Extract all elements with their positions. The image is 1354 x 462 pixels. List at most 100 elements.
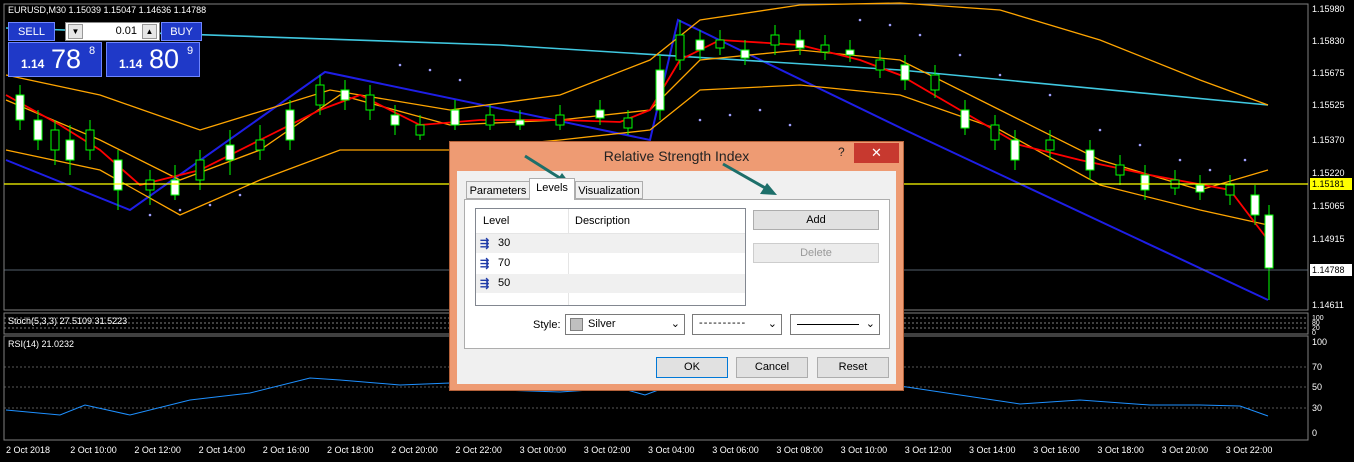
candle-body bbox=[845, 49, 855, 56]
tab-levels[interactable]: Levels bbox=[529, 178, 575, 200]
table-row[interactable]: ⇶ 30 bbox=[476, 234, 745, 253]
level-icon: ⇶ bbox=[480, 238, 490, 250]
level-icon: ⇶ bbox=[480, 258, 490, 270]
candle-body bbox=[315, 84, 325, 106]
sell-price-small: 1.14 bbox=[21, 57, 45, 71]
candle-body bbox=[1085, 149, 1095, 171]
parabolic-sar-dot bbox=[458, 78, 462, 82]
help-icon[interactable]: ? bbox=[838, 145, 845, 159]
parabolic-sar-dot bbox=[788, 123, 792, 127]
candle-body bbox=[170, 179, 180, 196]
level-line-width-select[interactable]: ⌄ bbox=[790, 314, 880, 335]
ok-button[interactable]: OK bbox=[656, 357, 728, 378]
rsi-axis-tick: 100 bbox=[1312, 337, 1327, 347]
price-axis-tick: 1.15525 bbox=[1312, 100, 1345, 110]
buy-price-big: 80 bbox=[149, 44, 180, 74]
dialog-body: Parameters Levels Visualization Level De… bbox=[457, 171, 896, 384]
time-axis-tick: 3 Oct 22:00 bbox=[1226, 445, 1273, 455]
lot-size-field[interactable]: ▼ 0.01 ▲ bbox=[65, 22, 160, 41]
level-value: 50 bbox=[498, 277, 511, 289]
time-axis-tick: 3 Oct 16:00 bbox=[1033, 445, 1080, 455]
price-axis-tick: 1.15065 bbox=[1312, 201, 1345, 211]
parabolic-sar-dot bbox=[958, 53, 962, 57]
column-description[interactable]: Description bbox=[575, 215, 630, 227]
time-axis-tick: 2 Oct 12:00 bbox=[134, 445, 181, 455]
add-button[interactable]: Add bbox=[753, 210, 879, 230]
time-axis-tick: 3 Oct 12:00 bbox=[905, 445, 952, 455]
parabolic-sar-dot bbox=[208, 203, 212, 207]
level-value: 30 bbox=[498, 237, 511, 249]
candle-body bbox=[1045, 139, 1055, 151]
lot-decrease-icon[interactable]: ▼ bbox=[68, 24, 83, 39]
candle-body bbox=[1225, 184, 1235, 196]
candle-body bbox=[715, 39, 725, 49]
buy-price-button[interactable]: 1.14 80 9 bbox=[106, 42, 200, 77]
parabolic-sar-dot bbox=[148, 213, 152, 217]
buy-button[interactable]: BUY bbox=[161, 22, 202, 41]
hline-price-label: 1.15181 bbox=[1312, 179, 1345, 189]
sell-price-button[interactable]: 1.14 78 8 bbox=[8, 42, 102, 77]
time-axis-tick: 3 Oct 00:00 bbox=[520, 445, 567, 455]
column-level[interactable]: Level bbox=[483, 215, 509, 227]
time-axis-tick: 2 Oct 22:00 bbox=[455, 445, 502, 455]
parabolic-sar-dot bbox=[1098, 128, 1102, 132]
chart-header: EURUSD,M30 1.15039 1.15047 1.14636 1.147… bbox=[8, 5, 206, 15]
candle-body bbox=[515, 119, 525, 126]
candle-body bbox=[960, 109, 970, 129]
reset-button[interactable]: Reset bbox=[817, 357, 889, 378]
rsi-axis-tick: 50 bbox=[1312, 382, 1322, 392]
candle-body bbox=[623, 117, 633, 129]
candle-body bbox=[1115, 164, 1125, 176]
price-axis-tick: 1.15830 bbox=[1312, 36, 1345, 46]
buy-price-sup: 9 bbox=[187, 45, 194, 57]
candle-body bbox=[1264, 214, 1274, 269]
style-label: Style: bbox=[533, 319, 561, 331]
table-row[interactable]: ⇶ 50 bbox=[476, 274, 745, 293]
time-axis-tick: 3 Oct 20:00 bbox=[1162, 445, 1209, 455]
candle-body bbox=[1010, 139, 1020, 161]
lot-increase-icon[interactable]: ▲ bbox=[142, 24, 157, 39]
delete-button[interactable]: Delete bbox=[753, 243, 879, 263]
candle-body bbox=[740, 49, 750, 59]
price-axis-tick: 1.15220 bbox=[1312, 168, 1345, 178]
time-axis-tick: 3 Oct 10:00 bbox=[841, 445, 888, 455]
cancel-button[interactable]: Cancel bbox=[736, 357, 808, 378]
lot-size-value: 0.01 bbox=[115, 25, 137, 37]
table-row[interactable]: ⇶ 70 bbox=[476, 254, 745, 273]
parabolic-sar-dot bbox=[998, 73, 1002, 77]
time-axis-tick: 2 Oct 2018 bbox=[6, 445, 50, 455]
stoch-axis-tick: 0 bbox=[1312, 330, 1316, 337]
price-axis-tick: 1.14915 bbox=[1312, 234, 1345, 244]
parabolic-sar-dot bbox=[1208, 168, 1212, 172]
time-axis-tick: 3 Oct 08:00 bbox=[776, 445, 823, 455]
sell-button[interactable]: SELL bbox=[8, 22, 55, 41]
parabolic-sar-dot bbox=[238, 193, 242, 197]
candle-body bbox=[1195, 184, 1205, 193]
candle-body bbox=[930, 74, 940, 91]
levels-table[interactable]: Level Description ⇶ 30 ⇶ 70 ⇶ 50 bbox=[475, 208, 746, 306]
rsi-label: RSI(14) 21.0232 bbox=[8, 339, 74, 349]
level-icon: ⇶ bbox=[480, 278, 490, 290]
time-axis-tick: 2 Oct 14:00 bbox=[199, 445, 246, 455]
level-line-style-select[interactable]: - - - - - - - - - - ⌄ bbox=[692, 314, 782, 335]
candle-body bbox=[113, 159, 123, 191]
candle-body bbox=[85, 129, 95, 151]
line-width-preview bbox=[797, 324, 859, 325]
candle-body bbox=[33, 119, 43, 141]
level-color-value: Silver bbox=[588, 318, 616, 330]
close-icon[interactable]: ✕ bbox=[854, 143, 899, 163]
candle-body bbox=[450, 109, 460, 126]
candle-body bbox=[225, 144, 235, 161]
candle-body bbox=[675, 34, 685, 61]
parabolic-sar-dot bbox=[398, 63, 402, 67]
candle-body bbox=[145, 179, 155, 191]
parabolic-sar-dot bbox=[178, 208, 182, 212]
candle-body bbox=[195, 159, 205, 181]
parabolic-sar-dot bbox=[1243, 158, 1247, 162]
chevron-down-icon: ⌄ bbox=[767, 318, 777, 330]
price-axis-tick: 1.14611 bbox=[1312, 300, 1344, 310]
level-color-select[interactable]: Silver ⌄ bbox=[565, 314, 685, 335]
level-value: 70 bbox=[498, 257, 511, 269]
candle-body bbox=[365, 94, 375, 111]
parabolic-sar-dot bbox=[758, 108, 762, 112]
